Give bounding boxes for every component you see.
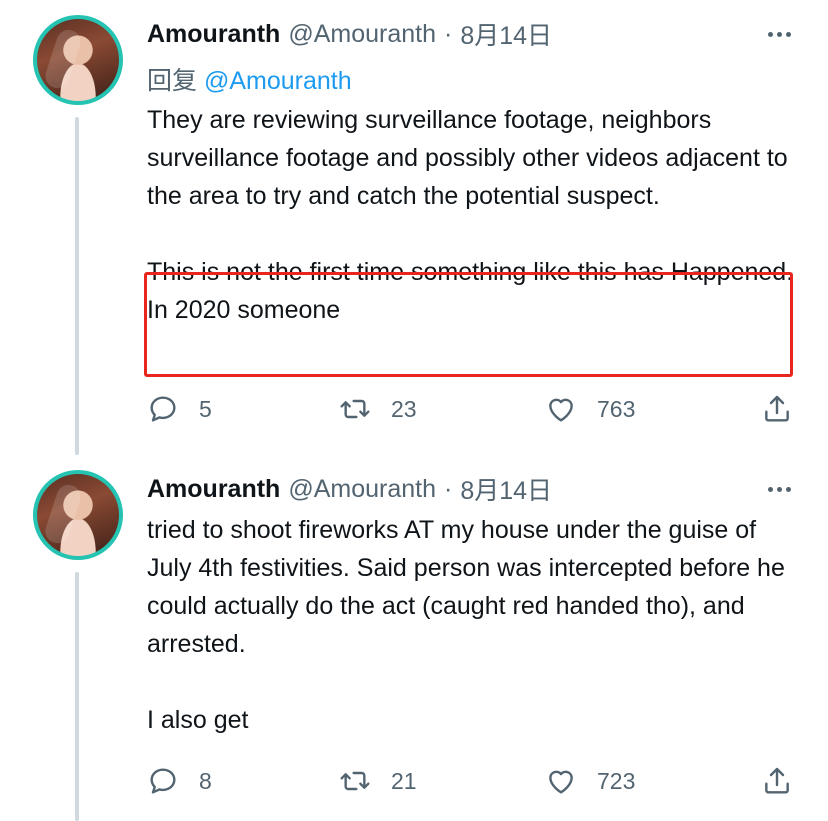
avatar[interactable] bbox=[33, 15, 123, 105]
share-button[interactable] bbox=[761, 761, 793, 801]
tweet-date[interactable]: 8月14日 bbox=[460, 16, 552, 52]
reply-mention-link[interactable]: @Amouranth bbox=[204, 67, 352, 95]
heart-icon bbox=[549, 398, 573, 422]
reply-prefix: 回复 bbox=[147, 67, 198, 95]
separator-dot: · bbox=[444, 474, 453, 503]
tweet-paragraph: They are reviewing surveillance footage,… bbox=[147, 106, 788, 210]
share-icon bbox=[765, 767, 789, 794]
reply-button[interactable]: 5 bbox=[147, 389, 212, 429]
replying-to: 回复 @Amouranth bbox=[147, 61, 352, 97]
thread-line bbox=[75, 117, 79, 455]
tweet-1[interactable]: Amouranth @Amouranth · 8月14日 回复 @Amouran… bbox=[0, 0, 828, 455]
retweet-button[interactable]: 23 bbox=[339, 389, 417, 429]
retweet-icon bbox=[340, 399, 370, 419]
heart-icon bbox=[549, 770, 573, 794]
like-count: 763 bbox=[597, 395, 636, 422]
retweet-button[interactable]: 21 bbox=[339, 761, 417, 801]
reply-icon bbox=[150, 768, 176, 794]
avatar[interactable] bbox=[33, 470, 123, 560]
tweet-actions: 8 21 723 bbox=[147, 761, 807, 801]
reply-count: 8 bbox=[199, 767, 212, 794]
more-icon[interactable] bbox=[764, 24, 794, 44]
separator-dot: · bbox=[444, 19, 453, 48]
share-button[interactable] bbox=[761, 389, 793, 429]
reply-button[interactable]: 8 bbox=[147, 761, 212, 801]
like-count: 723 bbox=[597, 767, 636, 794]
reply-icon bbox=[150, 396, 176, 422]
like-button[interactable]: 763 bbox=[545, 389, 635, 429]
tweet-2[interactable]: Amouranth @Amouranth · 8月14日 tried to sh… bbox=[0, 455, 828, 821]
retweet-icon bbox=[340, 771, 370, 791]
tweet-header: Amouranth @Amouranth · 8月14日 bbox=[147, 471, 552, 507]
more-icon[interactable] bbox=[764, 479, 794, 499]
tweet-actions: 5 23 763 bbox=[147, 389, 807, 429]
tweet-date[interactable]: 8月14日 bbox=[460, 471, 552, 507]
retweet-count: 23 bbox=[391, 395, 417, 422]
author-handle[interactable]: @Amouranth bbox=[288, 20, 436, 49]
retweet-count: 21 bbox=[391, 767, 417, 794]
tweet-text: tried to shoot fireworks AT my house und… bbox=[147, 511, 797, 739]
reply-count: 5 bbox=[199, 395, 212, 422]
tweet-header: Amouranth @Amouranth · 8月14日 bbox=[147, 16, 552, 52]
like-button[interactable]: 723 bbox=[545, 761, 635, 801]
author-name[interactable]: Amouranth bbox=[147, 20, 280, 49]
share-icon bbox=[765, 395, 789, 422]
tweet-paragraph: I also get bbox=[147, 706, 249, 734]
thread-line bbox=[75, 572, 79, 821]
author-handle[interactable]: @Amouranth bbox=[288, 475, 436, 504]
tweet-paragraph: tried to shoot fireworks AT my house und… bbox=[147, 516, 785, 658]
highlight-box bbox=[144, 272, 793, 377]
author-name[interactable]: Amouranth bbox=[147, 475, 280, 504]
